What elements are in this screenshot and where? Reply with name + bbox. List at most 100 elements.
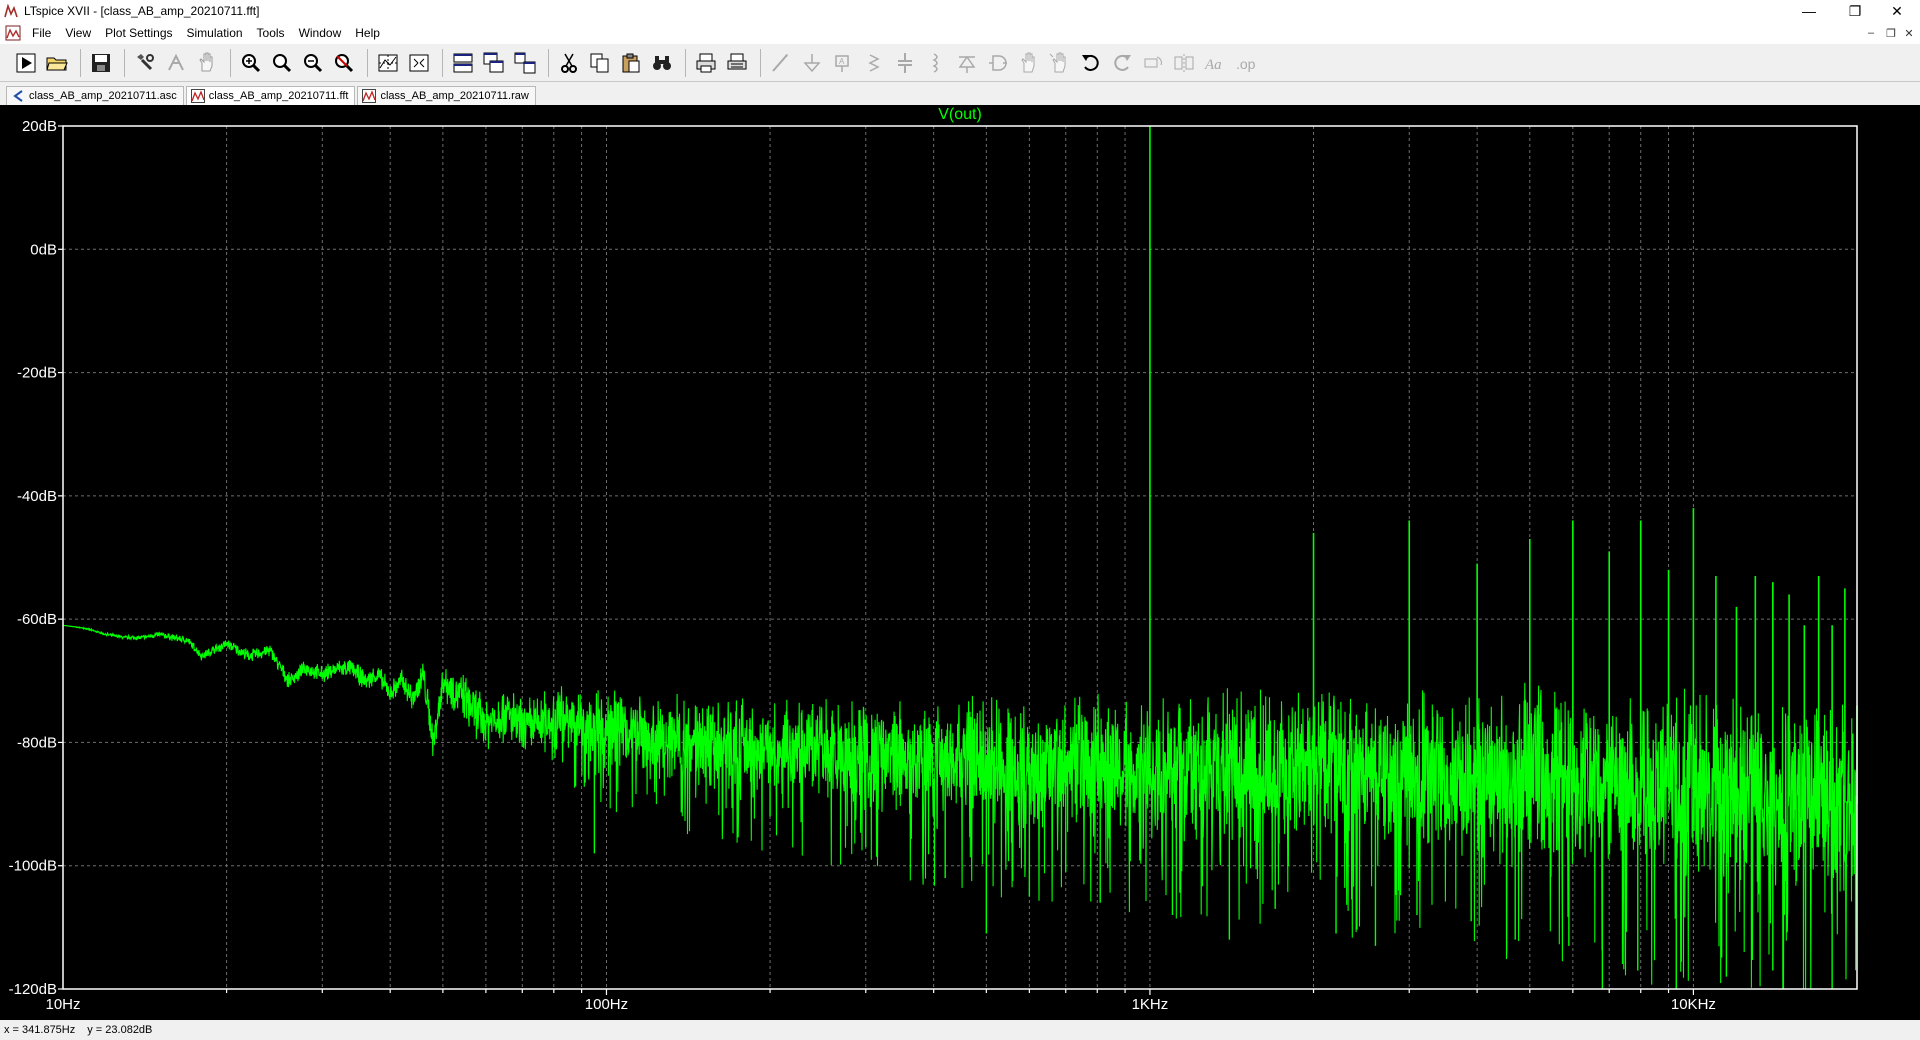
wire-button[interactable] [767, 49, 795, 77]
drag-button[interactable] [1046, 49, 1074, 77]
tab-schematic[interactable]: class_AB_amp_20210711.asc [6, 86, 184, 105]
tile-horizontal-button[interactable] [449, 49, 477, 77]
tab-raw[interactable]: class_AB_amp_20210711.raw [357, 86, 536, 105]
zoom-in-icon [242, 53, 261, 72]
menu-tools[interactable]: Tools [250, 26, 292, 40]
component-button[interactable] [984, 49, 1012, 77]
zoom-fit-button[interactable] [330, 49, 358, 77]
drag-icon [1049, 52, 1066, 72]
trace-label-v-out[interactable]: V(out) [938, 106, 982, 123]
trace-v-out-line[interactable] [62, 624, 1858, 990]
toolbar-separator [230, 48, 231, 77]
fit-window-button[interactable] [405, 49, 433, 77]
tab-label: class_AB_amp_20210711.fft [208, 90, 349, 102]
cursor-y-readout: y = 23.082dB [87, 1024, 153, 1036]
mirror-icon [1174, 53, 1194, 72]
document-close-button[interactable]: ✕ [1900, 25, 1918, 41]
document-restore-button[interactable]: ❐ [1882, 25, 1900, 41]
zoom-out-button[interactable] [299, 49, 327, 77]
document-minimize-button[interactable]: – [1862, 25, 1880, 41]
print-button[interactable] [692, 49, 720, 77]
inductor-button[interactable] [922, 49, 950, 77]
toolbar-separator [548, 48, 549, 77]
cascade-button[interactable] [480, 49, 508, 77]
fft-plot[interactable]: 20dB0dB-20dB-40dB-60dB-80dB-100dB-120dB1… [0, 105, 1920, 1020]
waveform-icon [190, 89, 205, 103]
redo-button[interactable] [1108, 49, 1136, 77]
ltspice-app-icon [4, 4, 18, 18]
zoom-fit-icon [335, 53, 354, 72]
toolbar-separator [685, 48, 686, 77]
rotate-button[interactable] [1139, 49, 1167, 77]
menu-window[interactable]: Window [292, 26, 349, 40]
waveform-icon [362, 89, 377, 103]
find-icon [653, 55, 671, 70]
copy-button[interactable] [586, 49, 614, 77]
zoom-in-button[interactable] [237, 49, 265, 77]
axis-labels: 20dB0dB-20dB-40dB-60dB-80dB-100dB-120dB1… [9, 118, 1716, 1013]
wire-icon [772, 53, 788, 72]
toolbar-separator [80, 48, 81, 77]
menu-help[interactable]: Help [348, 26, 387, 40]
undo-icon [1082, 54, 1099, 71]
pan-hand-button[interactable] [193, 49, 221, 77]
run-button[interactable] [12, 49, 40, 77]
control-panel-button[interactable] [131, 49, 159, 77]
rotate-icon [1144, 56, 1162, 67]
tab-fft[interactable]: class_AB_amp_20210711.fft [185, 86, 356, 105]
find-button[interactable] [648, 49, 676, 77]
schematic-icon [13, 90, 23, 102]
document-system-menu-icon[interactable] [5, 25, 21, 41]
autorange-button[interactable] [374, 49, 402, 77]
control-panel-icon [137, 53, 154, 70]
cut-icon [561, 53, 577, 73]
toolbar-separator [442, 48, 443, 77]
y-tick-label: 20dB [22, 118, 57, 135]
halt-button[interactable] [162, 49, 190, 77]
window-close-button[interactable]: ✕ [1874, 0, 1920, 22]
menu-bar: File View Plot Settings Simulation Tools… [0, 22, 1920, 44]
y-tick-label: 0dB [30, 241, 57, 258]
fit-window-icon [409, 54, 429, 71]
zoom-area-icon [273, 53, 292, 72]
tile-vertical-button[interactable] [511, 49, 539, 77]
tile-vertical-icon [514, 52, 536, 73]
trace-v-out[interactable] [62, 126, 1858, 990]
menu-plot-settings[interactable]: Plot Settings [98, 26, 179, 40]
print-setup-button[interactable] [723, 49, 751, 77]
title-bar: LTspice XVII - [class_AB_amp_20210711.ff… [0, 0, 1920, 22]
cut-button[interactable] [555, 49, 583, 77]
zoom-area-button[interactable] [268, 49, 296, 77]
spice-directive-button[interactable]: .op [1232, 49, 1260, 77]
undo-button[interactable] [1077, 49, 1105, 77]
y-tick-label: -40dB [17, 488, 57, 505]
menu-file[interactable]: File [25, 26, 58, 40]
text-button[interactable]: Aa [1201, 49, 1229, 77]
plot-frame [62, 125, 1858, 990]
tab-label: class_AB_amp_20210711.raw [380, 90, 529, 102]
cascade-icon [483, 52, 504, 72]
label-icon: A [835, 54, 849, 72]
save-button[interactable] [87, 49, 115, 77]
diode-button[interactable] [953, 49, 981, 77]
inductor-icon [932, 52, 938, 73]
ground-button[interactable] [798, 49, 826, 77]
svg-text:Aa: Aa [1204, 57, 1222, 73]
waveform-plot-pane[interactable]: 20dB 0dB -20dB -40dB -60dB -80dB -100dB -120dB 1… [0, 105, 1920, 1020]
svg-text:.op: .op [1236, 56, 1256, 72]
menu-view[interactable]: View [58, 26, 98, 40]
move-button[interactable] [1015, 49, 1043, 77]
y-tick-label: -100dB [9, 858, 57, 875]
label-button[interactable]: A [829, 49, 857, 77]
menu-simulation[interactable]: Simulation [180, 26, 250, 40]
window-minimize-button[interactable]: — [1786, 0, 1832, 22]
mirror-button[interactable] [1170, 49, 1198, 77]
capacitor-button[interactable] [891, 49, 919, 77]
svg-text:A: A [839, 57, 845, 66]
x-tick-label: 1KHz [1132, 996, 1169, 1013]
open-folder-button[interactable] [43, 49, 71, 77]
window-restore-button[interactable]: ❐ [1832, 0, 1878, 22]
spice-directive-icon: .op [1236, 56, 1256, 72]
paste-button[interactable] [617, 49, 645, 77]
resistor-button[interactable] [860, 49, 888, 77]
